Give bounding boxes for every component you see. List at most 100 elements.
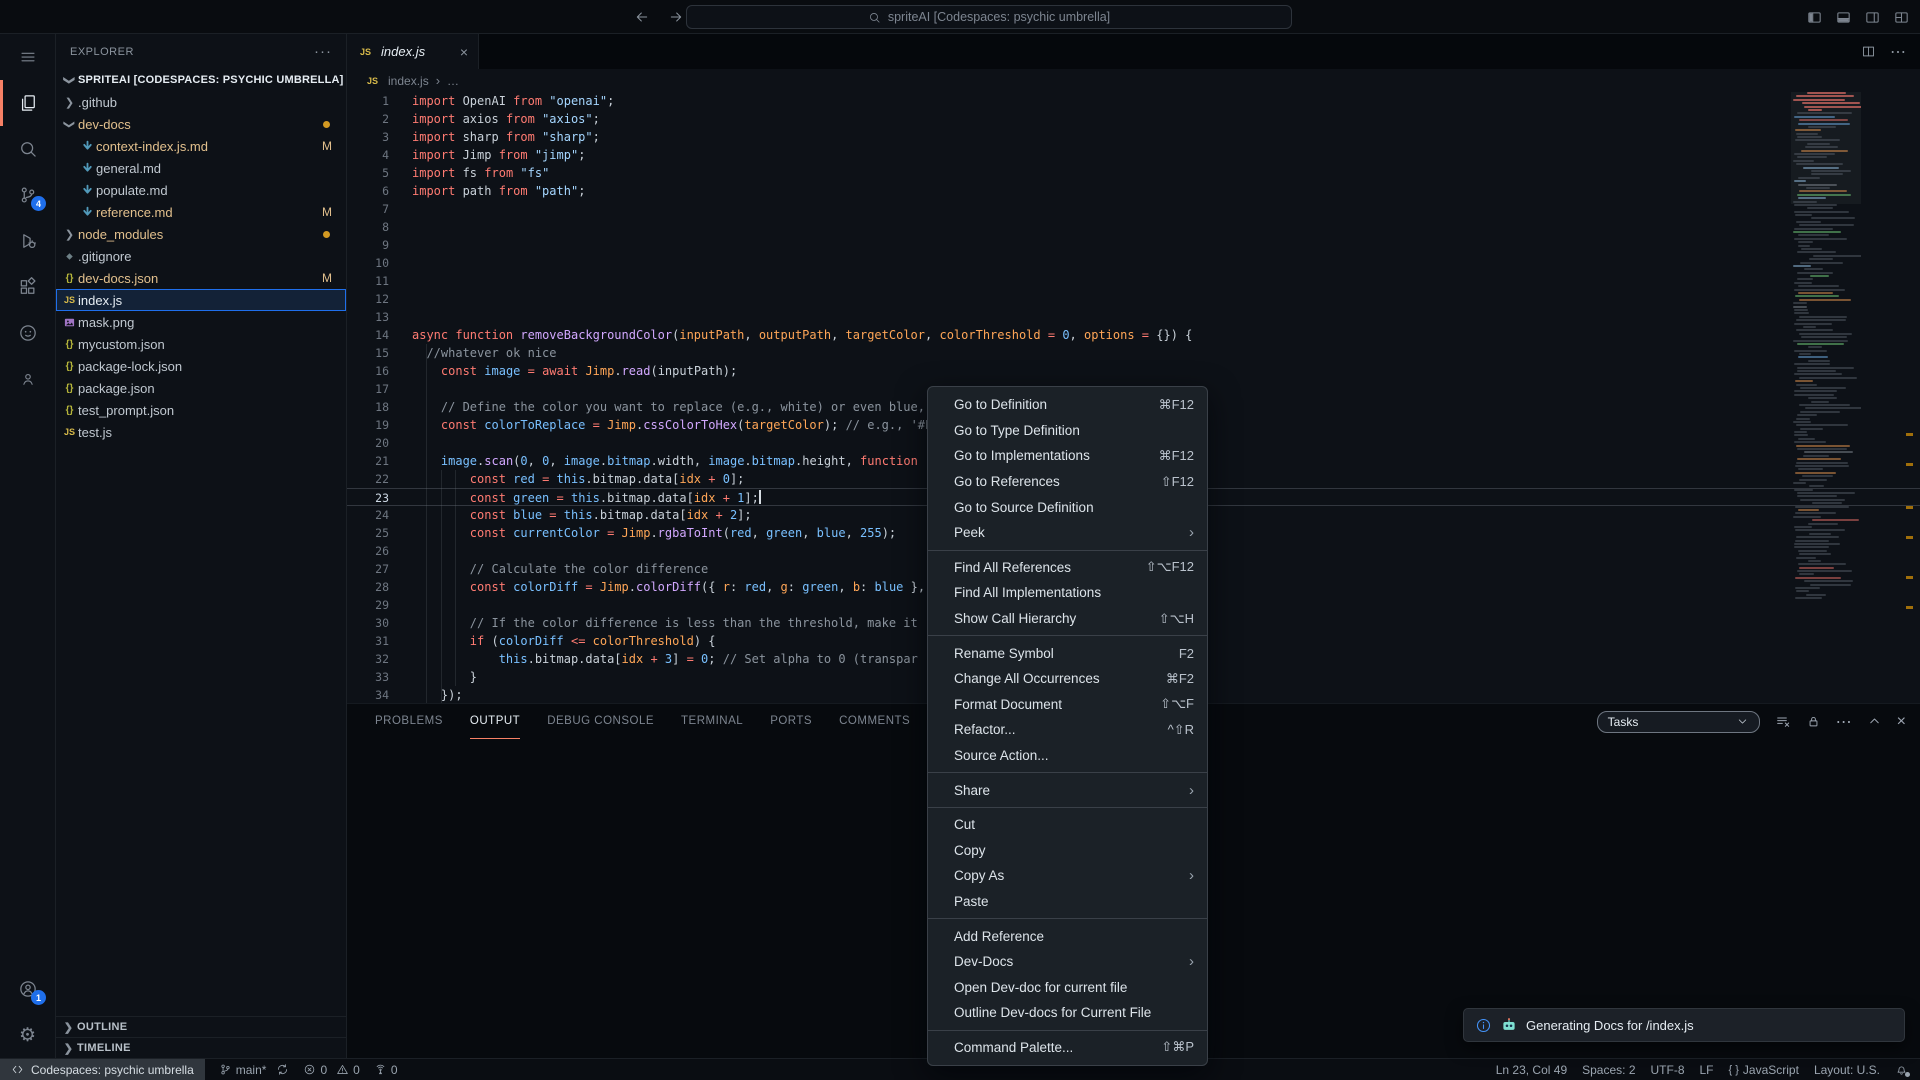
code-line-2[interactable]: 2import axios from "axios"; xyxy=(347,110,1920,128)
activity-settings-icon[interactable]: ⚙ xyxy=(0,1012,55,1058)
menu-item-go-to-implementations[interactable]: Go to Implementations⌘F12 xyxy=(928,443,1207,469)
panel-tab-ports[interactable]: PORTS xyxy=(770,704,812,739)
activity-remote-user-icon[interactable] xyxy=(0,356,55,402)
code-line-11[interactable]: 11 xyxy=(347,272,1920,290)
file-test-prompt-json[interactable]: {}test_prompt.json xyxy=(56,399,346,421)
problems-indicator[interactable]: 0 0 xyxy=(303,1063,359,1077)
indentation[interactable]: Spaces: 2 xyxy=(1582,1063,1635,1077)
remote-indicator[interactable]: Codespaces: psychic umbrella xyxy=(0,1059,205,1080)
file-package-json[interactable]: {}package.json xyxy=(56,377,346,399)
code-line-5[interactable]: 5import fs from "fs" xyxy=(347,164,1920,182)
activity-menu-icon[interactable] xyxy=(0,34,55,80)
code-line-1[interactable]: 1import OpenAI from "openai"; xyxy=(347,92,1920,110)
file-package-lock-json[interactable]: {}package-lock.json xyxy=(56,355,346,377)
code-line-6[interactable]: 6import path from "path"; xyxy=(347,182,1920,200)
file-general-md[interactable]: general.md xyxy=(56,157,346,179)
more-actions-icon[interactable]: ⋯ xyxy=(1890,42,1906,62)
notification-toast[interactable]: Generating Docs for /index.js xyxy=(1463,1008,1905,1042)
layout-panel-icon[interactable] xyxy=(1834,8,1852,26)
close-panel-icon[interactable]: × xyxy=(1897,713,1906,731)
menu-item-show-call-hierarchy[interactable]: Show Call Hierarchy⇧⌥H xyxy=(928,606,1207,632)
menu-item-go-to-definition[interactable]: Go to Definition⌘F12 xyxy=(928,392,1207,418)
forward-icon[interactable] xyxy=(666,7,686,27)
menu-item-copy-as[interactable]: Copy As› xyxy=(928,863,1207,889)
ports-indicator[interactable]: 0 xyxy=(374,1063,398,1077)
command-center-search[interactable]: spriteAI [Codespaces: psychic umbrella] xyxy=(686,5,1292,29)
menu-item-peek[interactable]: Peek› xyxy=(928,520,1207,546)
file-context-index-js-md[interactable]: context-index.js.mdM xyxy=(56,135,346,157)
back-icon[interactable] xyxy=(632,7,652,27)
notifications-bell-icon[interactable] xyxy=(1895,1063,1908,1076)
menu-item-paste[interactable]: Paste xyxy=(928,889,1207,915)
panel-tab-output[interactable]: OUTPUT xyxy=(470,704,520,739)
file-gitignore[interactable]: .gitignore xyxy=(56,245,346,267)
output-channel-dropdown[interactable]: Tasks xyxy=(1597,711,1760,733)
menu-item-change-all-occurrences[interactable]: Change All Occurrences⌘F2 xyxy=(928,666,1207,692)
menu-item-find-all-implementations[interactable]: Find All Implementations xyxy=(928,580,1207,606)
menu-item-command-palette[interactable]: Command Palette...⇧⌘P xyxy=(928,1035,1207,1061)
panel-tab-problems[interactable]: PROBLEMS xyxy=(375,704,443,739)
menu-item-rename-symbol[interactable]: Rename SymbolF2 xyxy=(928,640,1207,666)
maximize-panel-icon[interactable] xyxy=(1867,714,1882,729)
activity-source-control-icon[interactable]: 4 xyxy=(0,172,55,218)
code-line-10[interactable]: 10 xyxy=(347,254,1920,272)
minimap[interactable] xyxy=(1791,92,1861,647)
split-editor-icon[interactable] xyxy=(1861,42,1876,62)
code-line-9[interactable]: 9 xyxy=(347,236,1920,254)
menu-item-refactor[interactable]: Refactor...^⇧R xyxy=(928,717,1207,743)
file-test-js[interactable]: JStest.js xyxy=(56,421,346,443)
activity-explorer-icon[interactable] xyxy=(0,80,55,126)
lock-icon[interactable] xyxy=(1806,714,1821,729)
tab-close-icon[interactable]: × xyxy=(460,44,468,60)
file-node-modules[interactable]: ❯node_modules xyxy=(56,223,346,245)
file-index-js[interactable]: JSindex.js xyxy=(56,289,346,311)
activity-accounts-icon[interactable]: 1 xyxy=(0,966,55,1012)
menu-item-format-document[interactable]: Format Document⇧⌥F xyxy=(928,692,1207,718)
menu-item-copy[interactable]: Copy xyxy=(928,838,1207,864)
language-mode[interactable]: { }JavaScript xyxy=(1729,1063,1799,1077)
panel-tab-terminal[interactable]: TERMINAL xyxy=(681,704,743,739)
timeline-section[interactable]: ❯TIMELINE xyxy=(56,1037,346,1058)
file-dev-docs[interactable]: ❯dev-docs xyxy=(56,113,346,135)
layout-customize-icon[interactable] xyxy=(1892,8,1910,26)
menu-item-cut[interactable]: Cut xyxy=(928,812,1207,838)
file-github[interactable]: ❯.github xyxy=(56,91,346,113)
file-dev-docs-json[interactable]: {}dev-docs.jsonM xyxy=(56,267,346,289)
panel-more-icon[interactable]: ⋯ xyxy=(1836,712,1852,732)
explorer-more-icon[interactable]: ··· xyxy=(314,43,332,60)
sync-icon[interactable] xyxy=(276,1063,289,1076)
activity-github-icon[interactable] xyxy=(0,310,55,356)
code-line-15[interactable]: 15 //whatever ok nice xyxy=(347,344,1920,362)
layout-sidebar-left-icon[interactable] xyxy=(1805,8,1823,26)
eol[interactable]: LF xyxy=(1700,1063,1714,1077)
code-line-14[interactable]: 14async function removeBackgroundColor(i… xyxy=(347,326,1920,344)
tab-index-js[interactable]: JS index.js × xyxy=(347,34,479,69)
menu-item-dev-docs[interactable]: Dev-Docs› xyxy=(928,949,1207,975)
activity-search-icon[interactable] xyxy=(0,126,55,172)
menu-item-go-to-references[interactable]: Go to References⇧F12 xyxy=(928,469,1207,495)
code-line-13[interactable]: 13 xyxy=(347,308,1920,326)
panel-tab-comments[interactable]: COMMENTS xyxy=(839,704,910,739)
menu-item-outline-dev-docs-for-current-file[interactable]: Outline Dev-docs for Current File xyxy=(928,1000,1207,1026)
code-line-3[interactable]: 3import sharp from "sharp"; xyxy=(347,128,1920,146)
breadcrumb[interactable]: JS index.js › … xyxy=(347,69,1920,92)
menu-item-share[interactable]: Share› xyxy=(928,777,1207,803)
activity-extensions-icon[interactable] xyxy=(0,264,55,310)
keyboard-layout[interactable]: Layout: U.S. xyxy=(1814,1063,1880,1077)
outline-section[interactable]: ❯OUTLINE xyxy=(56,1016,346,1037)
tree-root[interactable]: ❯ SPRITEAI [CODESPACES: PSYCHIC UMBRELLA… xyxy=(56,69,346,91)
activity-run-debug-icon[interactable] xyxy=(0,218,55,264)
code-line-7[interactable]: 7 xyxy=(347,200,1920,218)
menu-item-open-dev-doc-for-current-file[interactable]: Open Dev-doc for current file xyxy=(928,974,1207,1000)
menu-item-find-all-references[interactable]: Find All References⇧⌥F12 xyxy=(928,555,1207,581)
file-mycustom-json[interactable]: {}mycustom.json xyxy=(56,333,346,355)
menu-item-go-to-type-definition[interactable]: Go to Type Definition xyxy=(928,418,1207,444)
panel-tab-debug-console[interactable]: DEBUG CONSOLE xyxy=(547,704,654,739)
menu-item-go-to-source-definition[interactable]: Go to Source Definition xyxy=(928,494,1207,520)
encoding[interactable]: UTF-8 xyxy=(1651,1063,1685,1077)
code-line-8[interactable]: 8 xyxy=(347,218,1920,236)
menu-item-source-action[interactable]: Source Action... xyxy=(928,743,1207,769)
code-line-4[interactable]: 4import Jimp from "jimp"; xyxy=(347,146,1920,164)
file-mask-png[interactable]: mask.png xyxy=(56,311,346,333)
file-reference-md[interactable]: reference.mdM xyxy=(56,201,346,223)
